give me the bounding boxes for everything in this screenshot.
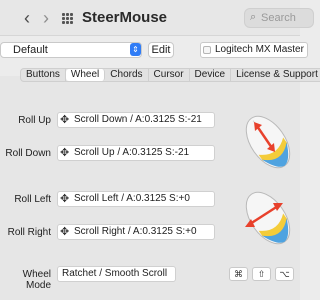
tab-chords[interactable]: Chords bbox=[105, 69, 149, 81]
search-input[interactable] bbox=[261, 11, 309, 25]
roll-right-label: Roll Right bbox=[7, 227, 51, 238]
device-name: Logitech MX Master 2S (U... bbox=[200, 42, 308, 58]
tab-device[interactable]: Device bbox=[190, 69, 232, 81]
option-key-button[interactable]: ⌥ bbox=[275, 267, 294, 281]
roll-left-label: Roll Left bbox=[14, 194, 51, 205]
move-arrows-icon: ✥ bbox=[60, 226, 70, 238]
mouse-horizontal-scroll-illustration bbox=[245, 191, 291, 245]
roll-down-action[interactable]: ✥ Scroll Up / A:0.3125 S:-21 bbox=[57, 145, 215, 161]
tab-bar: Buttons Wheel Chords Cursor Device Licen… bbox=[20, 68, 320, 82]
shift-key-button[interactable]: ⇧ bbox=[252, 267, 271, 281]
device-checkbox[interactable] bbox=[203, 46, 211, 54]
forward-arrow-icon[interactable]: › bbox=[38, 9, 54, 27]
roll-right-action-text: Scroll Right / A:0.3125 S:+0 bbox=[74, 226, 197, 237]
roll-down-label: Roll Down bbox=[5, 148, 51, 159]
chevron-updown-icon[interactable]: ⇕ bbox=[130, 43, 141, 56]
wheel-mode-label: Wheel Mode bbox=[22, 269, 51, 291]
tab-license-support[interactable]: License & Support bbox=[231, 69, 320, 81]
search-icon: ⌕ bbox=[250, 11, 257, 23]
profile-select[interactable]: Default bbox=[0, 42, 142, 58]
roll-up-action[interactable]: ✥ Scroll Down / A:0.3125 S:-21 bbox=[57, 112, 215, 128]
back-arrow-icon[interactable]: ‹ bbox=[19, 9, 35, 27]
roll-down-action-text: Scroll Up / A:0.3125 S:-21 bbox=[74, 147, 190, 158]
move-arrows-icon: ✥ bbox=[60, 114, 70, 126]
roll-left-action-text: Scroll Left / A:0.3125 S:+0 bbox=[74, 193, 190, 204]
app-title: SteerMouse bbox=[82, 9, 168, 26]
search-field[interactable]: ⌕ bbox=[244, 8, 314, 28]
roll-up-label: Roll Up bbox=[18, 115, 51, 126]
tab-cursor[interactable]: Cursor bbox=[149, 69, 190, 81]
wheel-mode-select[interactable]: Ratchet / Smooth Scroll bbox=[57, 266, 176, 282]
tab-buttons[interactable]: Buttons bbox=[21, 69, 66, 81]
window-toolbar: ‹ › SteerMouse ⌕ bbox=[0, 0, 314, 36]
grid-icon[interactable] bbox=[62, 13, 73, 24]
move-arrows-icon: ✥ bbox=[60, 193, 70, 205]
move-arrows-icon: ✥ bbox=[60, 147, 70, 159]
mouse-vertical-scroll-illustration bbox=[245, 115, 291, 169]
command-key-button[interactable]: ⌘ bbox=[229, 267, 248, 281]
roll-right-action[interactable]: ✥ Scroll Right / A:0.3125 S:+0 bbox=[57, 224, 215, 240]
roll-up-action-text: Scroll Down / A:0.3125 S:-21 bbox=[74, 114, 202, 125]
roll-left-action[interactable]: ✥ Scroll Left / A:0.3125 S:+0 bbox=[57, 191, 215, 207]
edit-button[interactable]: Edit bbox=[148, 42, 174, 58]
tab-wheel[interactable]: Wheel bbox=[65, 69, 106, 81]
